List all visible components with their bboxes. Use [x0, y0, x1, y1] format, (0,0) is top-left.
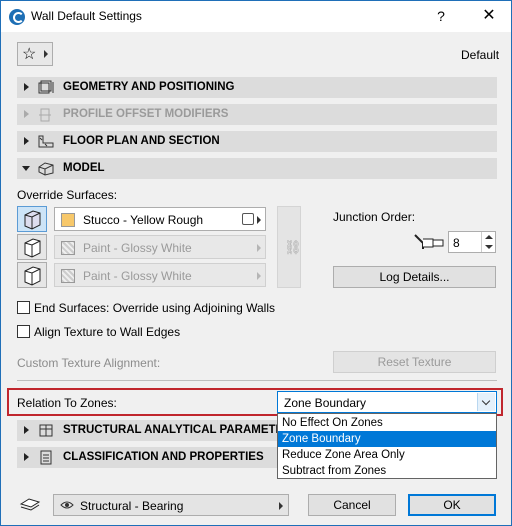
- junction-order-icon: [414, 234, 444, 249]
- section-model[interactable]: MODEL: [17, 158, 497, 179]
- close-button[interactable]: ✕: [477, 5, 501, 27]
- wall-edges-icon: [24, 266, 41, 286]
- material-swatch: [61, 213, 75, 227]
- section-label: FLOOR PLAN AND SECTION: [63, 135, 220, 147]
- chain-link-icon: ⛓: [284, 239, 302, 255]
- option-zone-boundary[interactable]: Zone Boundary: [278, 431, 496, 447]
- material-name: Stucco - Yellow Rough: [83, 213, 204, 227]
- classification-icon: [40, 450, 52, 465]
- relation-selected-value: Zone Boundary: [284, 396, 367, 410]
- cancel-button[interactable]: Cancel: [308, 494, 396, 516]
- expand-arrow-icon: [24, 83, 29, 91]
- expand-arrow-icon: [24, 137, 29, 145]
- relation-to-zones-select[interactable]: Zone Boundary: [277, 391, 497, 413]
- wall-ref-side-icon: [24, 210, 41, 230]
- surface-reference-side-button[interactable]: [17, 206, 47, 232]
- custom-texture-label: Custom Texture Alignment:: [17, 356, 161, 370]
- expand-arrow-icon: [24, 453, 29, 461]
- junction-order-stepper[interactable]: 8: [448, 231, 496, 253]
- end-surfaces-label: End Surfaces: Override using Adjoining W…: [34, 301, 276, 315]
- relation-to-zones-options: No Effect On Zones Zone Boundary Reduce …: [277, 413, 497, 479]
- layer-icon: [19, 498, 41, 511]
- increment-button[interactable]: [481, 232, 495, 242]
- section-label: MODEL: [63, 162, 105, 174]
- chevron-right-icon: [257, 244, 261, 252]
- surface-material-1[interactable]: Stucco - Yellow Rough: [54, 207, 266, 231]
- section-floor-plan[interactable]: FLOOR PLAN AND SECTION: [17, 131, 497, 152]
- section-label: CLASSIFICATION AND PROPERTIES: [63, 451, 264, 463]
- junction-order-value: 8: [453, 236, 460, 250]
- align-texture-label: Align Texture to Wall Edges: [34, 325, 181, 339]
- section-label: STRUCTURAL ANALYTICAL PARAMETERS: [63, 424, 300, 436]
- help-button[interactable]: ?: [429, 5, 453, 27]
- floor-plan-icon: [38, 135, 54, 148]
- surface-edges-button[interactable]: [17, 262, 47, 288]
- window-title: Wall Default Settings: [31, 9, 142, 23]
- material-name: Paint - Glossy White: [83, 241, 192, 255]
- expand-arrow-icon: [24, 110, 29, 118]
- chevron-down-icon[interactable]: [477, 393, 495, 411]
- title-bar: Wall Default Settings ? ✕: [1, 1, 511, 32]
- chevron-right-icon: [279, 502, 283, 510]
- chevron-right-icon: [257, 272, 261, 280]
- wall-opposite-side-icon: [24, 238, 41, 258]
- chevron-right-icon: [257, 216, 261, 224]
- surface-material-2[interactable]: Paint - Glossy White: [54, 235, 266, 259]
- ok-button[interactable]: OK: [408, 494, 496, 516]
- archicad-app-icon: [9, 9, 25, 25]
- decrement-button[interactable]: [481, 242, 495, 252]
- section-label: GEOMETRY AND POSITIONING: [63, 81, 235, 93]
- preset-label: Default: [461, 48, 500, 62]
- structural-icon: [39, 424, 53, 437]
- model-icon: [38, 162, 54, 176]
- override-surfaces-label: Override Surfaces:: [17, 188, 118, 202]
- surface-opposite-side-button[interactable]: [17, 234, 47, 260]
- junction-order-label: Junction Order:: [333, 210, 416, 224]
- material-settings-icon[interactable]: [242, 213, 254, 225]
- link-surfaces-button[interactable]: ⛓: [277, 206, 302, 288]
- reset-texture-button[interactable]: Reset Texture: [333, 351, 496, 373]
- material-swatch: [61, 241, 75, 255]
- end-surfaces-checkbox[interactable]: [17, 301, 30, 314]
- material-swatch: [61, 269, 75, 283]
- structural-function-value: Structural - Bearing: [80, 499, 184, 513]
- section-profile-offset[interactable]: PROFILE OFFSET MODIFIERS: [17, 104, 497, 125]
- chevron-right-icon: [44, 50, 48, 58]
- profile-icon: [39, 108, 51, 122]
- collapse-arrow-icon: [22, 166, 30, 171]
- surface-material-3[interactable]: Paint - Glossy White: [54, 263, 266, 287]
- favorites-button[interactable]: ☆: [17, 42, 53, 66]
- option-no-effect[interactable]: No Effect On Zones: [278, 415, 496, 431]
- relation-to-zones-label: Relation To Zones:: [17, 396, 117, 410]
- structural-function-select[interactable]: Structural - Bearing: [53, 494, 289, 516]
- log-details-button[interactable]: Log Details...: [333, 266, 496, 288]
- section-geometry[interactable]: GEOMETRY AND POSITIONING: [17, 77, 497, 98]
- divider: [17, 380, 497, 381]
- expand-arrow-icon: [24, 426, 29, 434]
- material-name: Paint - Glossy White: [83, 269, 192, 283]
- section-label: PROFILE OFFSET MODIFIERS: [63, 108, 229, 120]
- dialog-window: Wall Default Settings ? ✕ ☆ Default GEOM…: [0, 0, 512, 526]
- eye-icon: [60, 501, 74, 509]
- star-icon: ☆: [22, 46, 37, 63]
- option-subtract-from-zones[interactable]: Subtract from Zones: [278, 463, 496, 479]
- geometry-icon: [38, 80, 54, 94]
- option-reduce-zone-area[interactable]: Reduce Zone Area Only: [278, 447, 496, 463]
- align-texture-checkbox[interactable]: [17, 325, 30, 338]
